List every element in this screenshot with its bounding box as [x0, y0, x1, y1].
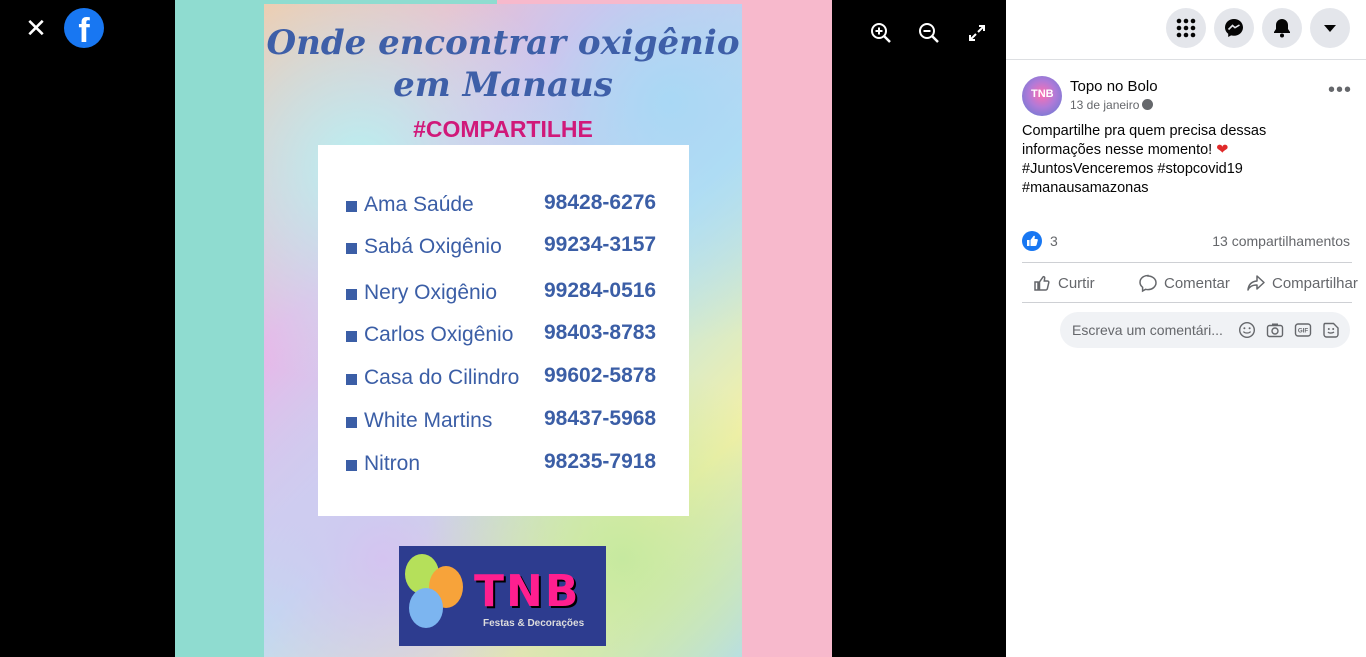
tnb-logo: TNB Festas & Decorações: [399, 546, 606, 646]
list-item: Ama Saúde 98428-6276: [346, 191, 676, 221]
post-date[interactable]: 13 de janeiro: [1070, 98, 1154, 112]
hashtags-line2[interactable]: #manausamazonas: [1022, 179, 1352, 198]
supplier-name: White Martins: [364, 409, 493, 432]
logo-subtitle: Festas & Decorações: [483, 618, 585, 629]
list-item: Sabá Oxigênio 99234-3157: [346, 233, 676, 263]
post-text-line2-text: informações nesse momento!: [1022, 142, 1213, 158]
post-text: Compartilhe pra quem precisa dessas info…: [1022, 122, 1352, 198]
post-date-text: 13 de janeiro: [1070, 98, 1140, 112]
post-photo: Onde encontrar oxigênio em Manaus #COMPA…: [175, 0, 832, 657]
share-count[interactable]: 13 compartilhamentos: [1212, 233, 1350, 249]
bullet-square-icon: [346, 243, 357, 254]
avatar-label: TNB: [1031, 88, 1054, 100]
post-text-line1: Compartilhe pra quem precisa dessas: [1022, 123, 1267, 139]
supplier-name: Casa do Cilindro: [364, 366, 520, 389]
like-reaction-icon[interactable]: [1022, 231, 1042, 251]
like-button[interactable]: Curtir: [1032, 268, 1095, 298]
flyer-title-line2: em Manaus: [393, 65, 613, 105]
post-panel: TNB Topo no Bolo 13 de janeiro ••• Compa…: [1006, 0, 1366, 657]
list-item: Casa do Cilindro 99602-5878: [346, 364, 676, 394]
avatar[interactable]: TNB: [1022, 76, 1062, 116]
flyer-title: Onde encontrar oxigênio em Manaus: [264, 22, 742, 106]
heart-icon: ❤: [1216, 142, 1229, 158]
comment-input[interactable]: Escreva um comentári... GIF: [1060, 312, 1350, 348]
share-icon: [1247, 275, 1265, 291]
apps-grid-icon[interactable]: [1166, 8, 1206, 48]
supplier-name: Carlos Oxigênio: [364, 323, 514, 346]
svg-text:GIF: GIF: [1298, 328, 1309, 335]
supplier-phone: 98428-6276: [544, 191, 657, 214]
bullet-square-icon: [346, 289, 357, 300]
post-header: TNB Topo no Bolo 13 de janeiro •••: [1022, 76, 1352, 116]
notifications-icon[interactable]: [1262, 8, 1302, 48]
camera-icon[interactable]: [1266, 321, 1284, 339]
list-item: Nery Oxigênio 99284-0516: [346, 279, 676, 309]
like-label: Curtir: [1058, 274, 1095, 292]
supplier-phone: 99284-0516: [544, 279, 657, 302]
zoom-out-icon[interactable]: [914, 18, 944, 48]
supplier-name: Nitron: [364, 452, 421, 475]
supplier-name: Nery Oxigênio: [364, 281, 498, 304]
comment-label: Comentar: [1164, 274, 1230, 292]
close-icon[interactable]: ✕: [20, 12, 52, 44]
divider: [1022, 302, 1352, 303]
list-item: Nitron 98235-7918: [346, 450, 676, 480]
top-bar: [1006, 0, 1366, 60]
zoom-controls: [866, 18, 992, 48]
zoom-in-icon[interactable]: [866, 18, 896, 48]
divider: [1022, 262, 1352, 263]
thumbs-up-icon: [1034, 275, 1050, 291]
share-label: Compartilhar: [1272, 274, 1358, 292]
bullet-square-icon: [346, 331, 357, 342]
globe-icon: [1142, 99, 1154, 110]
facebook-logo[interactable]: f: [64, 8, 104, 48]
supplier-phone: 99602-5878: [544, 364, 657, 387]
supplier-phone: 98403-8783: [544, 321, 657, 344]
supplier-phone: 98437-5968: [544, 407, 657, 430]
list-item: White Martins 98437-5968: [346, 407, 676, 437]
supplier-name: Ama Saúde: [364, 193, 474, 216]
flyer-share-tag: #COMPARTILHE: [413, 116, 593, 142]
comment-button[interactable]: Comentar: [1138, 268, 1230, 298]
fullscreen-icon[interactable]: [962, 18, 992, 48]
balloon-icon: [409, 588, 443, 628]
post-text-line2: informações nesse momento! ❤: [1022, 141, 1352, 160]
account-dropdown-icon[interactable]: [1310, 8, 1350, 48]
comment-placeholder: Escreva um comentári...: [1072, 322, 1223, 338]
supplier-list: Ama Saúde 98428-6276 Sabá Oxigênio 99234…: [318, 145, 689, 516]
emoji-icon[interactable]: [1238, 321, 1256, 339]
messenger-icon[interactable]: [1214, 8, 1254, 48]
flyer-card: Onde encontrar oxigênio em Manaus #COMPA…: [264, 4, 742, 657]
bullet-square-icon: [346, 201, 357, 212]
comment-icon: [1139, 274, 1157, 293]
bullet-square-icon: [346, 374, 357, 385]
bullet-square-icon: [346, 460, 357, 471]
more-options-icon[interactable]: •••: [1328, 80, 1352, 100]
gif-icon[interactable]: GIF: [1294, 321, 1312, 339]
reaction-summary: 3 13 compartilhamentos: [1022, 230, 1350, 252]
sticker-icon[interactable]: [1322, 321, 1340, 339]
hashtags-line1[interactable]: #JuntosVenceremos #stopcovid19: [1022, 160, 1352, 179]
supplier-phone: 99234-3157: [544, 233, 657, 256]
share-button[interactable]: Compartilhar: [1246, 268, 1358, 298]
list-item: Carlos Oxigênio 98403-8783: [346, 321, 676, 351]
photo-viewer: ✕ f Onde encontrar oxigênio em Manaus #C…: [0, 0, 1006, 657]
logo-text: TNB: [474, 566, 581, 617]
like-count[interactable]: 3: [1050, 233, 1058, 249]
flyer-title-line1: Onde encontrar oxigênio: [266, 23, 740, 63]
supplier-name: Sabá Oxigênio: [364, 235, 502, 258]
page-name[interactable]: Topo no Bolo: [1070, 78, 1158, 95]
supplier-phone: 98235-7918: [544, 450, 657, 473]
bullet-square-icon: [346, 417, 357, 428]
